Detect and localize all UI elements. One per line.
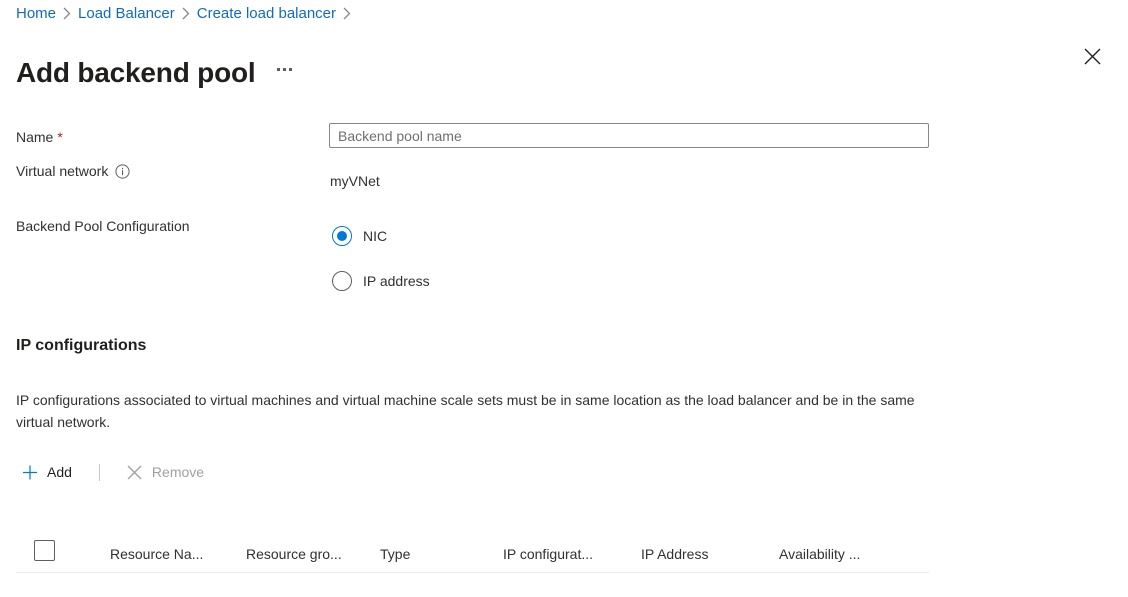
breadcrumb-item-load-balancer[interactable]: Load Balancer xyxy=(78,3,175,24)
plus-icon xyxy=(22,464,38,480)
info-icon[interactable] xyxy=(115,164,130,179)
page-title: Add backend pool xyxy=(16,54,255,92)
table-header-row: Resource Na... Resource gro... Type IP c… xyxy=(16,533,929,573)
ip-configurations-heading: IP configurations xyxy=(16,335,146,357)
name-label-text: Name xyxy=(16,127,53,147)
radio-option-nic[interactable]: NIC xyxy=(332,226,387,246)
remove-button-label: Remove xyxy=(152,462,204,482)
name-label: Name * xyxy=(16,127,63,147)
add-button-label: Add xyxy=(47,462,72,482)
radio-label-nic: NIC xyxy=(363,226,387,246)
breadcrumb-item-create-load-balancer[interactable]: Create load balancer xyxy=(197,3,336,24)
chevron-right-icon xyxy=(182,7,190,20)
close-icon[interactable] xyxy=(1076,40,1108,72)
breadcrumb: Home Load Balancer Create load balancer xyxy=(16,3,358,24)
virtual-network-value: myVNet xyxy=(330,171,380,191)
close-icon xyxy=(127,464,143,480)
virtual-network-label: Virtual network xyxy=(16,161,130,181)
select-all-checkbox[interactable] xyxy=(34,540,55,561)
column-header-availability[interactable]: Availability ... xyxy=(779,544,860,564)
chevron-right-icon xyxy=(343,7,351,20)
virtual-network-label-text: Virtual network xyxy=(16,161,108,181)
ip-configurations-description: IP configurations associated to virtual … xyxy=(16,389,916,433)
column-header-type[interactable]: Type xyxy=(380,544,410,564)
ellipsis-icon[interactable] xyxy=(277,68,292,77)
column-header-resource-group[interactable]: Resource gro... xyxy=(246,544,342,564)
backend-pool-configuration-label-text: Backend Pool Configuration xyxy=(16,216,190,236)
ip-configurations-toolbar: Add Remove xyxy=(16,456,210,488)
column-header-ip-configuration[interactable]: IP configurat... xyxy=(503,544,593,564)
column-header-ip-address[interactable]: IP Address xyxy=(641,544,708,564)
ip-configurations-table: Resource Na... Resource gro... Type IP c… xyxy=(16,533,929,573)
column-header-resource-name[interactable]: Resource Na... xyxy=(110,544,203,564)
breadcrumb-item-home[interactable]: Home xyxy=(16,3,56,24)
required-marker: * xyxy=(57,127,62,147)
add-button[interactable]: Add xyxy=(16,456,78,488)
radio-option-ip-address[interactable]: IP address xyxy=(332,271,430,291)
name-input[interactable] xyxy=(329,123,929,148)
radio-icon-nic[interactable] xyxy=(332,226,352,246)
backend-pool-configuration-label: Backend Pool Configuration xyxy=(16,216,190,236)
toolbar-divider xyxy=(99,464,100,481)
add-backend-pool-blade: Home Load Balancer Create load balancer … xyxy=(0,0,1128,597)
title-row: Add backend pool xyxy=(16,35,292,111)
radio-icon-ip-address[interactable] xyxy=(332,271,352,291)
remove-button[interactable]: Remove xyxy=(121,456,210,488)
radio-label-ip-address: IP address xyxy=(363,271,430,291)
chevron-right-icon xyxy=(63,7,71,20)
